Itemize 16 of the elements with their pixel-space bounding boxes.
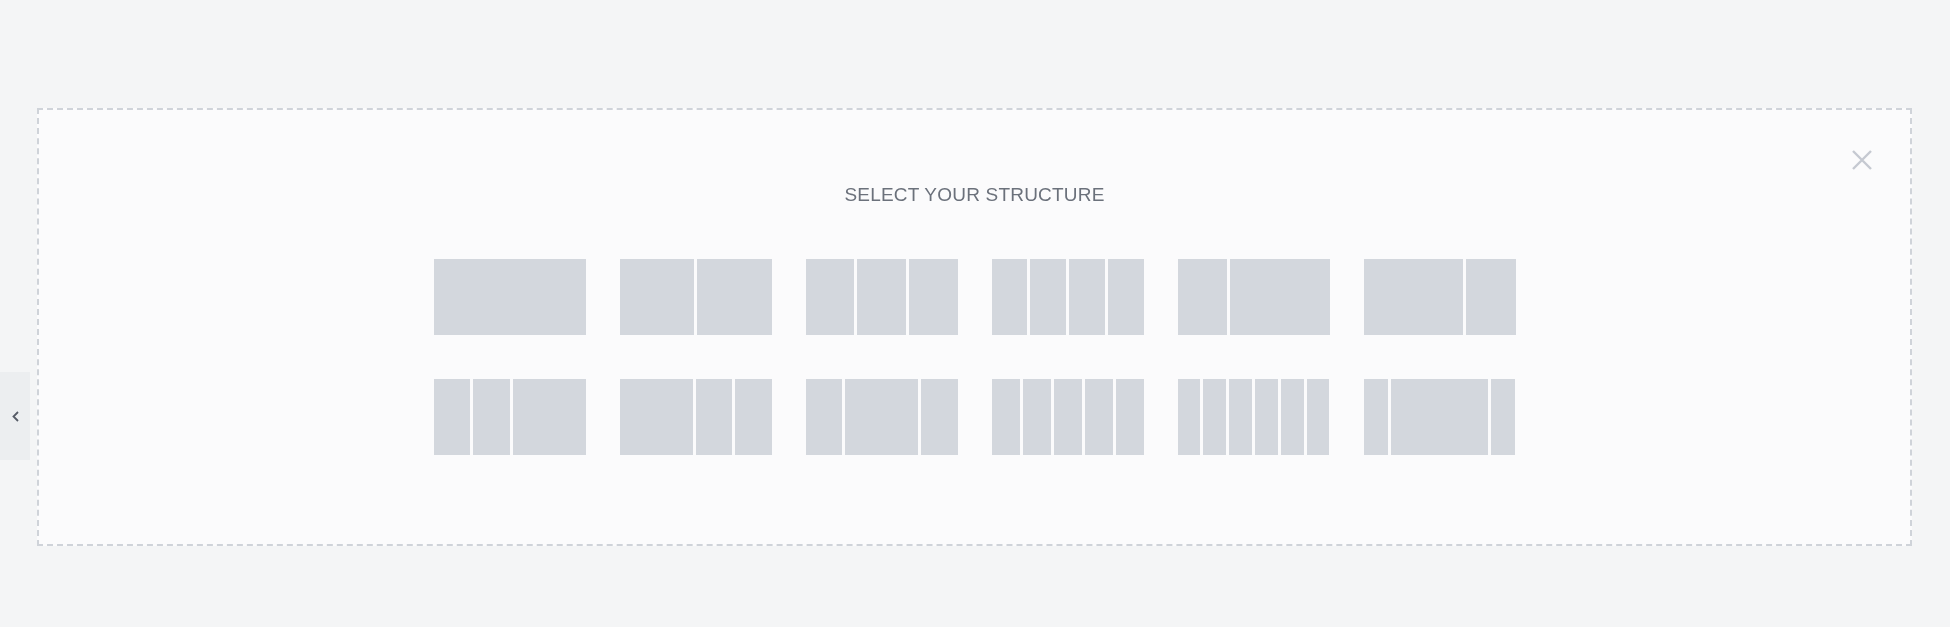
structure-option[interactable] [805,259,958,335]
structure-option[interactable] [991,259,1144,335]
structure-option[interactable] [619,259,772,335]
structure-option[interactable] [1363,259,1516,335]
panel-title: SELECT YOUR STRUCTURE [844,184,1105,206]
chevron-left-icon [11,410,19,422]
structure-option[interactable] [619,379,772,455]
structure-option[interactable] [1177,379,1330,455]
structure-option[interactable] [1177,259,1330,335]
close-icon[interactable] [1850,148,1874,172]
collapse-tab[interactable] [0,372,30,460]
structure-option[interactable] [433,259,586,335]
structure-option[interactable] [433,379,586,455]
structure-option[interactable] [991,379,1144,455]
structure-option[interactable] [805,379,958,455]
structure-option[interactable] [1363,379,1516,455]
